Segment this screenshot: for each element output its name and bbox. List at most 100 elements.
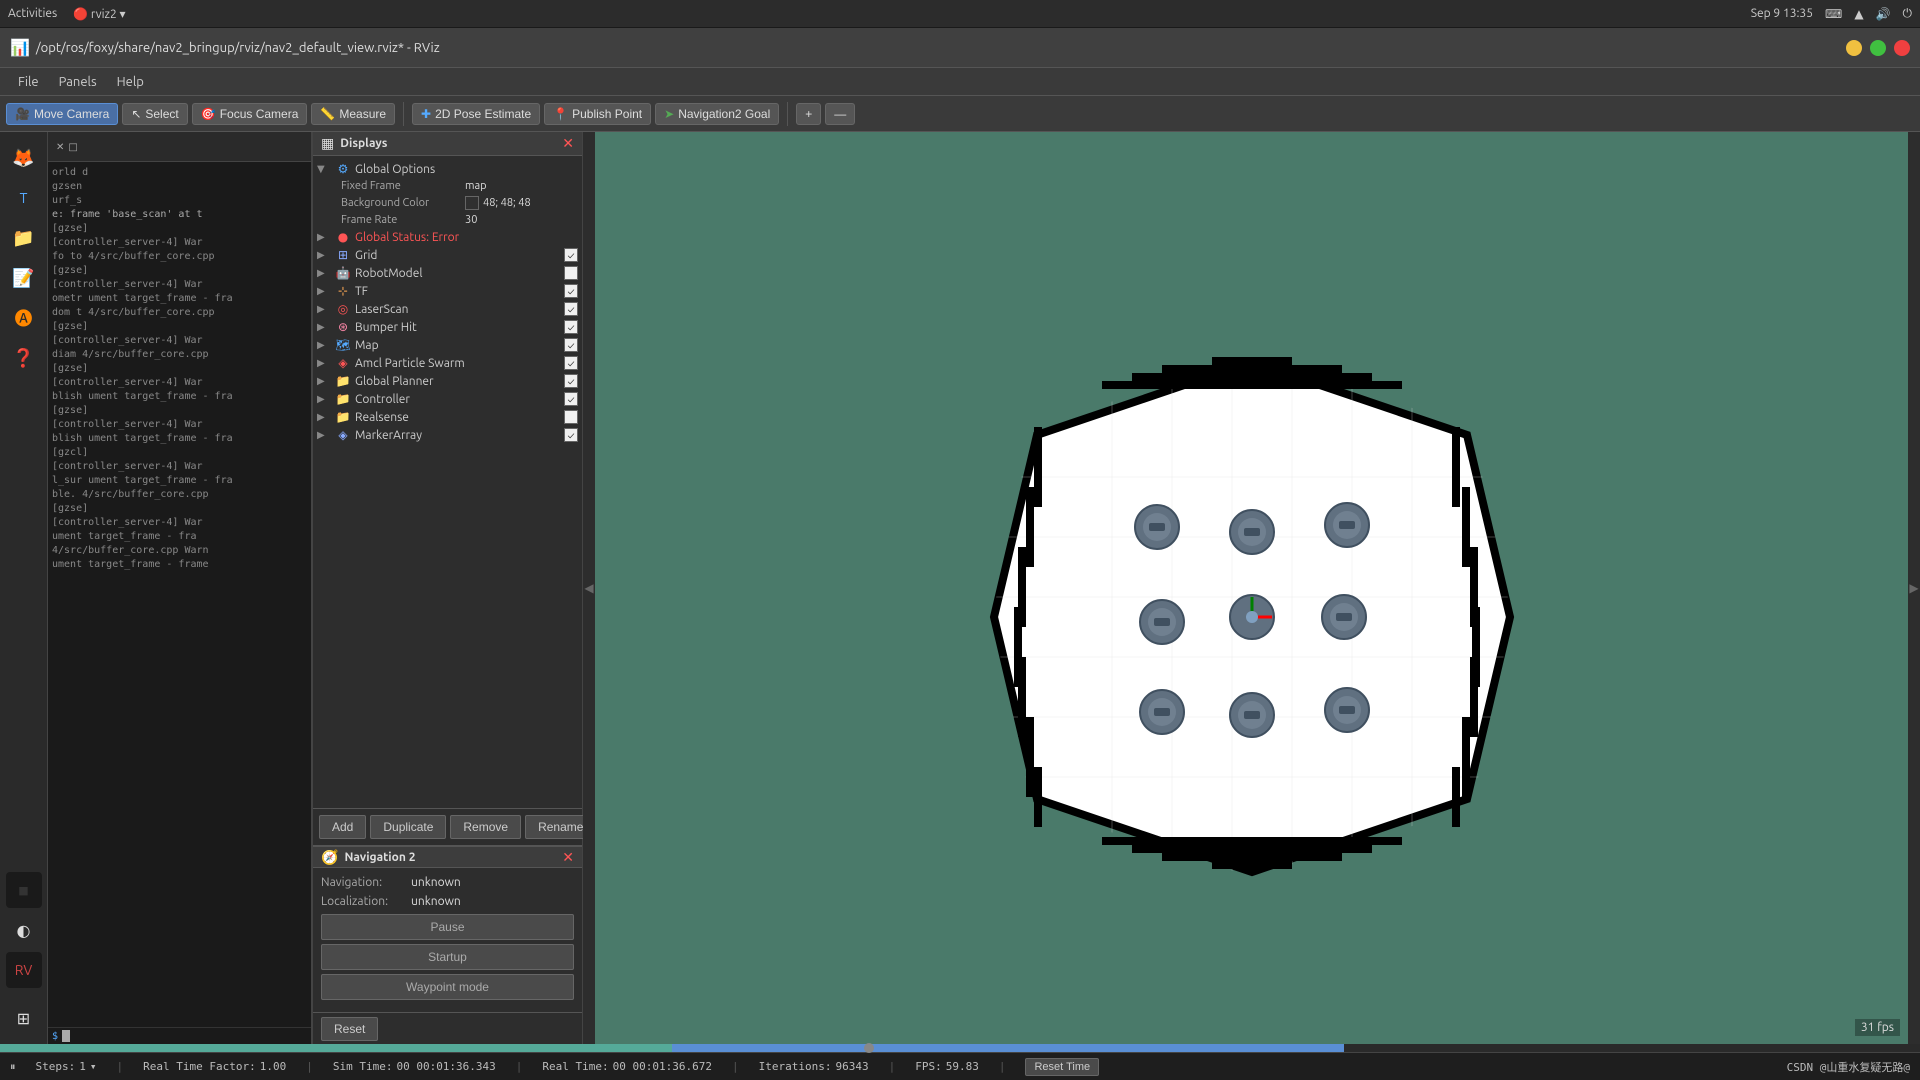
3d-viewport[interactable]: 31 fps bbox=[595, 132, 1908, 1044]
activities-btn[interactable]: Activities bbox=[8, 7, 57, 20]
bumper-checkbox[interactable] bbox=[564, 320, 578, 334]
amcl-checkbox[interactable] bbox=[564, 356, 578, 370]
amcl-label: Amcl Particle Swarm bbox=[355, 357, 560, 370]
reset-button[interactable]: Reset bbox=[321, 1017, 378, 1041]
terminal-line: ument target_frame - fra bbox=[52, 530, 307, 544]
focus-camera-button[interactable]: 🎯 Focus Camera bbox=[192, 103, 308, 125]
software-icon[interactable]: 🅐 bbox=[6, 300, 42, 336]
pause-button[interactable]: Pause bbox=[321, 914, 574, 940]
steps-stepper[interactable]: Steps: 1 ▾ bbox=[36, 1060, 97, 1073]
fixed-frame-val[interactable]: map bbox=[465, 180, 487, 192]
grid-checkbox[interactable] bbox=[564, 248, 578, 262]
tf-row[interactable]: ▶ ⊹ TF bbox=[313, 282, 582, 300]
realsense-icon: 📁 bbox=[335, 410, 351, 424]
firefox-icon[interactable]: 🦊 bbox=[6, 140, 42, 176]
close-button[interactable] bbox=[1894, 40, 1910, 56]
tf-checkbox[interactable] bbox=[564, 284, 578, 298]
laser-checkbox[interactable] bbox=[564, 302, 578, 316]
right-collapse-handle[interactable]: ▶ bbox=[1908, 132, 1920, 1044]
marker-checkbox[interactable] bbox=[564, 428, 578, 442]
amcl-row[interactable]: ▶ ◈ Amcl Particle Swarm bbox=[313, 354, 582, 372]
navigation-key: Navigation: bbox=[321, 876, 411, 889]
select-button[interactable]: ↖ Select bbox=[122, 103, 187, 125]
nav2-close-button[interactable]: ✕ bbox=[562, 849, 574, 866]
pose-estimate-button[interactable]: ✚ 2D Pose Estimate bbox=[412, 103, 540, 125]
app-name[interactable]: 🔴 rviz2 ▾ bbox=[73, 7, 125, 21]
global-options-row[interactable]: ▼ ⚙ Global Options bbox=[313, 160, 582, 178]
bumper-hit-row[interactable]: ▶ ⊛ Bumper Hit bbox=[313, 318, 582, 336]
move-camera-button[interactable]: 🎥 Move Camera bbox=[6, 103, 118, 125]
terminal-line: [gzse] bbox=[52, 320, 307, 334]
pause-icon: ⏸ bbox=[10, 1060, 16, 1074]
status-sep-6: | bbox=[999, 1060, 1006, 1073]
real-time-val: 00 00:01:36.672 bbox=[613, 1060, 712, 1073]
menu-file[interactable]: File bbox=[8, 73, 49, 91]
terminal-input-area: $ bbox=[48, 1027, 311, 1044]
menu-panels[interactable]: Panels bbox=[49, 73, 107, 91]
minimize-button[interactable] bbox=[1846, 40, 1862, 56]
pause-button[interactable]: ⏸ bbox=[10, 1060, 16, 1074]
localization-val: unknown bbox=[411, 895, 461, 908]
help-icon[interactable]: ❓ bbox=[6, 340, 42, 376]
terminal-prompt: $ bbox=[52, 1031, 58, 1042]
terminal-close-icon[interactable]: ✕ bbox=[56, 141, 64, 153]
marker-array-row[interactable]: ▶ ◈ MarkerArray bbox=[313, 426, 582, 444]
global-planner-row[interactable]: ▶ 📁 Global Planner bbox=[313, 372, 582, 390]
measure-button[interactable]: 📏 Measure bbox=[311, 103, 395, 125]
layer-icon[interactable]: ◐ bbox=[6, 912, 42, 948]
bg-color-val[interactable]: 48; 48; 48 bbox=[465, 196, 531, 210]
map-row[interactable]: ▶ 🗺 Map bbox=[313, 336, 582, 354]
titlebar: 📊 /opt/ros/foxy/share/nav2_bringup/rviz/… bbox=[0, 28, 1920, 68]
planner-checkbox[interactable] bbox=[564, 374, 578, 388]
toolbar-separator-2 bbox=[787, 102, 788, 126]
fixed-frame-key: Fixed Frame bbox=[341, 180, 461, 192]
robot-model-row[interactable]: ▶ 🤖 RobotModel bbox=[313, 264, 582, 282]
terminal-max-icon[interactable]: □ bbox=[68, 141, 77, 153]
expand-icon: ▶ bbox=[317, 303, 331, 315]
files-icon[interactable]: 📁 bbox=[6, 220, 42, 256]
global-status-row[interactable]: ▶ ● Global Status: Error bbox=[313, 228, 582, 246]
grid-row[interactable]: ▶ ⊞ Grid bbox=[313, 246, 582, 264]
power-icon[interactable]: ⏻ bbox=[1903, 7, 1913, 21]
startup-button[interactable]: Startup bbox=[321, 944, 574, 970]
robot-model-checkbox[interactable] bbox=[564, 266, 578, 280]
laser-scan-row[interactable]: ▶ ◎ LaserScan bbox=[313, 300, 582, 318]
text-editor-icon[interactable]: 📝 bbox=[6, 260, 42, 296]
realsense-row[interactable]: ▶ 📁 Realsense bbox=[313, 408, 582, 426]
controller-row[interactable]: ▶ 📁 Controller bbox=[313, 390, 582, 408]
controller-checkbox[interactable] bbox=[564, 392, 578, 406]
iterations-val: 96343 bbox=[835, 1060, 868, 1073]
apps-grid-icon[interactable]: ⊞ bbox=[6, 1000, 42, 1036]
map-checkbox[interactable] bbox=[564, 338, 578, 352]
zoom-out-button[interactable]: — bbox=[825, 103, 855, 125]
duplicate-button[interactable]: Duplicate bbox=[370, 815, 446, 839]
displays-close-button[interactable]: ✕ bbox=[562, 135, 574, 152]
collapse-handle[interactable]: ◀ bbox=[583, 132, 595, 1044]
zoom-in-button[interactable]: + bbox=[796, 103, 821, 125]
navigation-status-row: Navigation: unknown bbox=[321, 876, 574, 889]
remove-button[interactable]: Remove bbox=[450, 815, 521, 839]
nav2-goal-button[interactable]: ➤ Navigation2 Goal bbox=[655, 103, 779, 125]
realtime-factor-val: 1.00 bbox=[260, 1060, 287, 1073]
menu-help[interactable]: Help bbox=[107, 73, 154, 91]
fixed-frame-property: Fixed Frame map bbox=[313, 178, 582, 194]
realsense-checkbox[interactable] bbox=[564, 410, 578, 424]
maximize-button[interactable] bbox=[1870, 40, 1886, 56]
publish-point-button[interactable]: 📍 Publish Point bbox=[544, 103, 651, 125]
terminal-line: gzsen bbox=[52, 180, 307, 194]
rviz-icon2[interactable]: RV bbox=[6, 952, 42, 988]
waypoint-mode-button[interactable]: Waypoint mode bbox=[321, 974, 574, 1000]
color-swatch bbox=[465, 196, 479, 210]
terminal2-icon[interactable]: ■ bbox=[6, 872, 42, 908]
terminal-line: dom t 4/src/buffer_core.cpp bbox=[52, 306, 307, 320]
status-sep-1: | bbox=[117, 1060, 124, 1073]
terminal-icon[interactable]: T bbox=[6, 180, 42, 216]
nav2-icon: 🧭 bbox=[321, 849, 338, 866]
terminal-cursor[interactable] bbox=[62, 1030, 70, 1042]
add-button[interactable]: Add bbox=[319, 815, 366, 839]
pose-icon: ✚ bbox=[421, 107, 431, 121]
terminal-line: [controller_server-4] War bbox=[52, 334, 307, 348]
reset-time-button[interactable]: Reset Time bbox=[1025, 1058, 1099, 1076]
frame-rate-val[interactable]: 30 bbox=[465, 214, 477, 226]
expand-icon: ▶ bbox=[317, 231, 331, 243]
